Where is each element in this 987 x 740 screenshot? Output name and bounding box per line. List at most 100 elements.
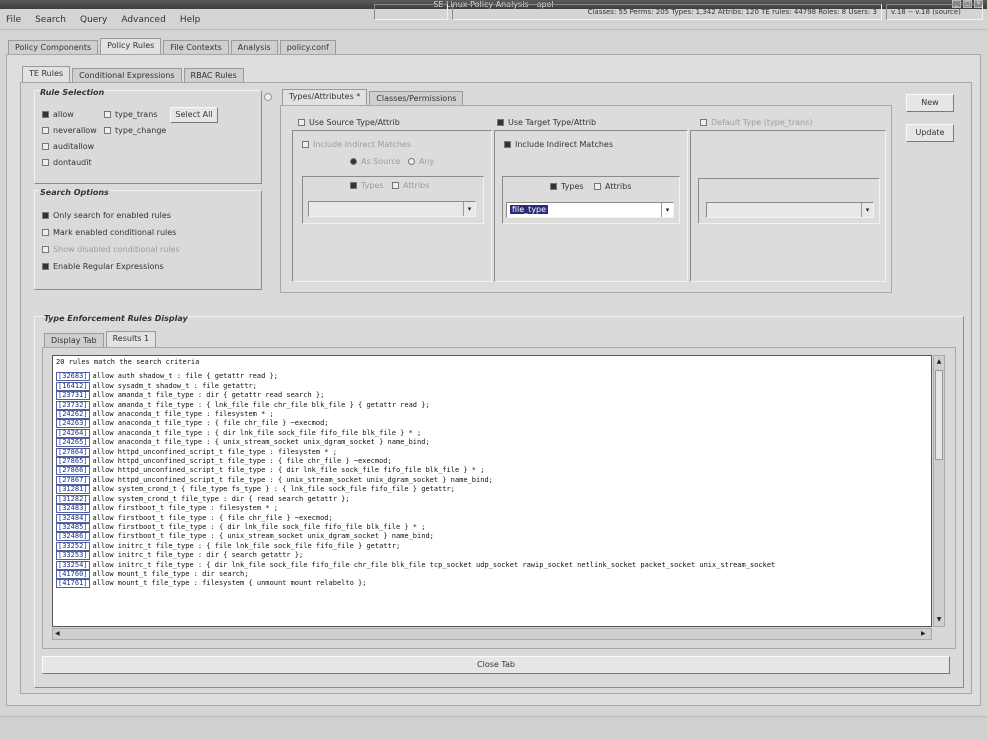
rule-id-link[interactable]: [27864] [56,447,90,457]
as-source-radio: As Source [350,157,401,166]
rule-id-link[interactable]: [33254] [56,560,90,570]
rule-line: [32485] allow firstboot_t file_type : { d… [56,522,928,532]
rule-text: allow firstboot_t file_type : filesystem… [92,504,278,513]
rule-text: allow amanda_t file_type : dir { getattr… [92,391,325,400]
search-options-group [34,190,262,290]
scroll-down-icon[interactable]: ▼ [935,616,943,624]
menu-help[interactable]: Help [180,15,201,25]
rule-id-link[interactable]: [27867] [56,475,90,485]
rule-text: allow initrc_t file_type : { dir lnk_fil… [92,560,776,569]
menu-advanced[interactable]: Advanced [121,15,165,25]
tab-file-contexts[interactable]: File Contexts [163,40,229,54]
target-type-combo[interactable]: file_type ▾ [506,202,674,218]
tab-classes-permissions[interactable]: Classes/Permissions [369,91,464,105]
rule-text: allow anaconda_t file_type : { file chr_… [92,419,329,428]
menu-search[interactable]: Search [35,15,66,25]
menu-query[interactable]: Query [80,15,107,25]
source-indirect-checkbox: Include Indirect Matches [302,140,411,149]
tab-types-attributes[interactable]: Types/Attributes * [282,89,368,105]
rule-line: [41761] allow mount_t file_type : filesys… [56,579,928,589]
rule-line: [33252] allow initrc_t file_type : { file… [56,541,928,551]
rule-id-link[interactable]: [27866] [56,466,90,476]
rule-id-link[interactable]: [31282] [56,494,90,504]
rule-id-link[interactable]: [32683] [56,372,90,382]
rule-id-link[interactable]: [23732] [56,400,90,410]
results-vertical-scrollbar[interactable]: ▲ ▼ [933,355,945,627]
target-selected-value: file_type [510,205,549,214]
results-horizontal-scrollbar[interactable]: ◀ ▶ [52,628,932,640]
combo-value [309,202,463,216]
close-tab-button[interactable]: Close Tab [42,656,950,674]
checkbox-mark [104,127,111,134]
option-label: Any [419,157,435,166]
source-type-combo: ▾ [308,201,476,217]
use-source-checkbox[interactable]: Use Source Type/Attrib [298,118,400,127]
rule-id-link[interactable]: [33253] [56,551,90,561]
rule-id-link[interactable]: [24264] [56,428,90,438]
scroll-up-icon[interactable]: ▲ [935,358,943,366]
rule-line: [32484] allow firstboot_t file_type : { f… [56,513,928,523]
only-enabled-checkbox[interactable]: Only search for enabled rules [42,211,171,220]
tab-policy-rules[interactable]: Policy Rules [100,38,162,54]
rule-line: [16412] allow sysadm_t shadow_t : file ge… [56,381,928,391]
tab-policy-components[interactable]: Policy Components [8,40,99,54]
tab-results-1[interactable]: Results 1 [105,331,157,347]
target-attribs-checkbox[interactable]: Attribs [594,182,631,191]
rule-allow-checkbox[interactable]: allow [42,110,74,119]
rule-id-link[interactable]: [16412] [56,381,90,391]
rule-neverallow-checkbox[interactable]: neverallow [42,126,97,135]
rule-id-link[interactable]: [32485] [56,522,90,532]
rule-line: [24265] allow anaconda_t file_type : { un… [56,438,928,448]
chevron-down-icon: ▾ [463,202,475,216]
option-label: Types [361,181,384,190]
enable-regex-checkbox[interactable]: Enable Regular Expressions [42,262,164,271]
select-all-button[interactable]: Select All [170,107,218,123]
checkbox-mark [392,182,399,189]
checkbox-mark [594,183,601,190]
checkbox-mark [42,159,49,166]
rule-type-change-checkbox[interactable]: type_change [104,126,166,135]
rule-dontaudit-checkbox[interactable]: dontaudit [42,158,92,167]
rule-id-link[interactable]: [31281] [56,485,90,495]
rule-id-link[interactable]: [41760] [56,569,90,579]
results-display-title: Type Enforcement Rules Display [44,314,188,323]
new-button[interactable]: New [906,94,954,112]
tab-conditional-expressions[interactable]: Conditional Expressions [72,68,182,82]
tab-rbac-rules[interactable]: RBAC Rules [183,68,244,82]
update-button[interactable]: Update [906,124,954,142]
tab-analysis[interactable]: Analysis [230,40,278,54]
combo-value: file_type [507,203,661,217]
tab-te-rules[interactable]: TE Rules [22,66,71,82]
rule-text: allow system_crond_t file_type : dir { r… [92,494,350,503]
rule-auditallow-checkbox[interactable]: auditallow [42,142,94,151]
option-label: As Source [361,157,401,166]
rule-id-link[interactable]: [32484] [56,513,90,523]
rule-id-link[interactable]: [24265] [56,438,90,448]
rule-id-link[interactable]: [24263] [56,419,90,429]
use-target-checkbox[interactable]: Use Target Type/Attrib [497,118,596,127]
tab-policy-conf[interactable]: policy.conf [279,40,336,54]
scroll-left-icon[interactable]: ◀ [55,630,63,638]
rule-id-link[interactable]: [27865] [56,457,90,467]
mark-enabled-checkbox[interactable]: Mark enabled conditional rules [42,228,176,237]
scroll-right-icon[interactable]: ▶ [921,630,929,638]
rule-id-link[interactable]: [41761] [56,579,90,589]
policy-stats: Classes: 55 Perms: 205 Types: 1,342 Attr… [452,4,882,20]
rule-text: allow httpd_unconfined_script_t file_typ… [92,457,392,466]
rule-id-link[interactable]: [23731] [56,391,90,401]
menu-file[interactable]: File [6,15,21,25]
rule-id-link[interactable]: [32486] [56,532,90,542]
target-indirect-checkbox[interactable]: Include Indirect Matches [504,140,613,149]
pane-handle-icon[interactable] [264,93,272,101]
rule-id-link[interactable]: [32483] [56,504,90,514]
any-radio: Any [408,157,434,166]
rule-id-link[interactable]: [24262] [56,410,90,420]
target-types-checkbox[interactable]: Types [550,182,584,191]
option-label: Only search for enabled rules [53,211,171,220]
rule-id-link[interactable]: [33252] [56,541,90,551]
checkbox-mark [42,246,49,253]
rule-type-trans-checkbox[interactable]: type_trans [104,110,157,119]
results-text-area[interactable]: 20 rules match the search criteria [3268… [52,355,932,627]
scroll-thumb[interactable] [935,370,943,460]
tab-display[interactable]: Display Tab [44,333,104,347]
